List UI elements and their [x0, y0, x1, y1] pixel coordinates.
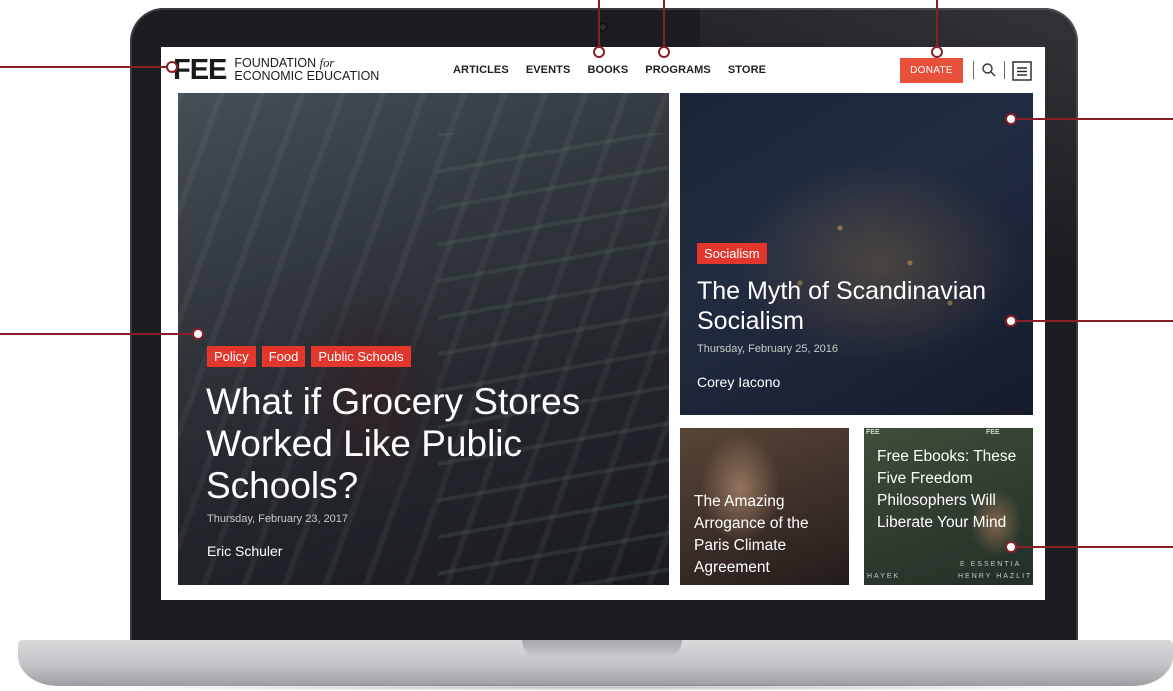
nav-events[interactable]: EVENTS: [526, 64, 571, 76]
nav-store[interactable]: STORE: [728, 64, 766, 76]
main-nav: ARTICLES EVENTS BOOKS PROGRAMS STORE: [453, 64, 783, 76]
laptop-base-notch: [522, 640, 682, 658]
ebooks-title[interactable]: Free Ebooks: These Five Freedom Philosop…: [877, 446, 1027, 534]
featured-date: Thursday, February 23, 2017: [207, 513, 349, 525]
site-header: FEE FOUNDATION for ECONOMIC EDUCATION AR…: [161, 47, 1045, 93]
tag-socialism[interactable]: Socialism: [697, 243, 767, 264]
nav-books[interactable]: BOOKS: [587, 64, 628, 76]
featured-author[interactable]: Eric Schuler: [207, 543, 282, 559]
ebooks-article-tile[interactable]: FEE FEE Free Ebooks: These Five Freedom …: [864, 428, 1033, 585]
climate-title[interactable]: The Amazing Arrogance of the Paris Clima…: [694, 491, 844, 579]
website-screen: FEE FOUNDATION for ECONOMIC EDUCATION AR…: [161, 47, 1045, 600]
menu-icon[interactable]: [1012, 61, 1032, 81]
divider: [973, 61, 974, 79]
featured-title[interactable]: What if Grocery Stores Worked Like Publi…: [206, 381, 646, 507]
logo-mark: FEE: [173, 54, 227, 86]
laptop-shadow: [60, 684, 1150, 691]
book-cover-label: E ESSENTIA: [960, 561, 1022, 568]
logo-text: FOUNDATION for ECONOMIC EDUCATION: [234, 57, 379, 83]
secondary-tags: Socialism: [697, 243, 773, 264]
search-icon[interactable]: [981, 62, 997, 78]
fee-logo[interactable]: FEE FOUNDATION for ECONOMIC EDUCATION: [173, 54, 379, 86]
book-cover-label: FEE: [866, 429, 880, 436]
nav-articles[interactable]: ARTICLES: [453, 64, 509, 76]
secondary-article-tile[interactable]: Socialism The Myth of Scandinavian Socia…: [680, 93, 1033, 415]
climate-article-tile[interactable]: The Amazing Arrogance of the Paris Clima…: [680, 428, 849, 585]
divider: [1004, 61, 1005, 79]
book-cover-label: HENRY HAZLIT: [958, 573, 1033, 580]
camera-icon: [598, 22, 608, 32]
book-cover-label: HAYEK: [867, 573, 901, 580]
logo-line2: ECONOMIC EDUCATION: [234, 69, 380, 83]
featured-article-tile[interactable]: Policy Food Public Schools What if Grocery…: [178, 93, 669, 585]
secondary-date: Thursday, February 25, 2016: [697, 343, 839, 355]
featured-tags: Policy Food Public Schools: [207, 346, 417, 367]
logo-line1: FOUNDATION: [234, 56, 320, 70]
nav-programs[interactable]: PROGRAMS: [645, 64, 711, 76]
tag-policy[interactable]: Policy: [207, 346, 256, 367]
tag-food[interactable]: Food: [261, 346, 306, 367]
secondary-author[interactable]: Corey Iacono: [697, 374, 780, 390]
tile-overlay: [178, 93, 669, 585]
secondary-title[interactable]: The Myth of Scandinavian Socialism: [697, 276, 1027, 336]
donate-button[interactable]: DONATE: [900, 58, 963, 83]
logo-for: for: [319, 56, 335, 70]
book-cover-label: FEE: [986, 429, 1000, 436]
tag-public-schools[interactable]: Public Schools: [311, 346, 411, 367]
